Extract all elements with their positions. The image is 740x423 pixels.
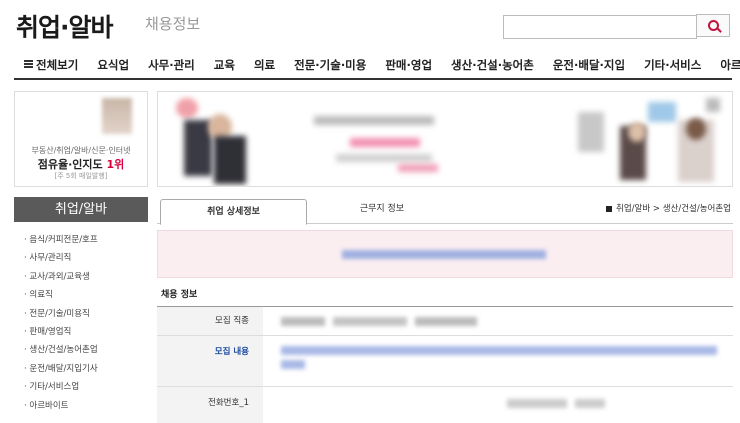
notice-text — [342, 250, 546, 259]
nav-item-production[interactable]: 생산·건설·농어촌 — [451, 57, 534, 73]
section-title: 채용 정보 — [161, 290, 198, 300]
category-item[interactable]: · 의료직 — [24, 286, 98, 304]
search-button[interactable] — [696, 14, 730, 37]
category-heading[interactable]: 취업/알바 — [14, 197, 148, 222]
site-subtitle: 채용정보 — [145, 15, 201, 33]
nav-item-driving[interactable]: 운전·배달·지입 — [553, 57, 625, 73]
label-job-type: 모집 직종 — [157, 307, 263, 335]
breadcrumb-current[interactable]: 생산/건설/농어촌업 — [663, 204, 731, 214]
flower-graphic — [176, 98, 198, 118]
job-info-table: 모집 직종 모집 내용 전화번호_1 — [157, 306, 733, 423]
detail-tabs: 취업 상세정보 근무지 정보 취업/알바 > 생산/건설/농어촌업 — [157, 196, 733, 225]
category-item[interactable]: · 판매/영업직 — [24, 323, 98, 341]
nav-item-all[interactable]: 전체보기 — [24, 57, 78, 73]
ad-line3: [주 5회 매일발행] — [54, 172, 108, 180]
nav-item-office[interactable]: 사무·관리 — [148, 57, 195, 73]
nav-item-parttime[interactable]: 아르바이트 — [720, 57, 740, 73]
table-row: 모집 내용 — [157, 336, 733, 387]
nav-item-sales[interactable]: 판매·영업 — [385, 57, 432, 73]
menu-icon — [24, 60, 33, 69]
category-item[interactable]: · 사무/관리직 — [24, 249, 98, 267]
tab-job-detail[interactable]: 취업 상세정보 — [160, 199, 307, 225]
tab-location[interactable]: 근무지 정보 — [307, 196, 457, 222]
category-item[interactable]: · 음식/커피전문/호프 — [24, 231, 98, 249]
site-logo[interactable]: 취업·알바 — [16, 8, 113, 44]
category-item[interactable]: · 생산/건설/농어촌업 — [24, 341, 98, 359]
category-item[interactable]: · 전문/기술/미용직 — [24, 305, 98, 323]
top-banner[interactable] — [157, 91, 733, 187]
label-job-content: 모집 내용 — [157, 336, 263, 386]
ad-photo — [102, 98, 132, 134]
category-item[interactable]: · 기타/서비스업 — [24, 378, 98, 396]
category-item[interactable]: · 아르바이트 — [24, 397, 98, 415]
main-nav: 전체보기 요식업 사무·관리 교육 의료 전문·기술·미용 판매·영업 생산·건… — [14, 51, 740, 80]
breadcrumb-home[interactable]: 취업/알바 — [616, 204, 650, 214]
square-bullet-icon — [606, 205, 613, 212]
ad-line1: 부동산/취업/알바/신문·인터넷 — [31, 146, 131, 155]
category-list: · 음식/커피전문/호프 · 사무/관리직 · 교사/과외/교육생 · 의료직 … — [24, 231, 98, 415]
breadcrumb: 취업/알바 > 생산/건설/농어촌업 — [606, 196, 731, 222]
category-item[interactable]: · 교사/과외/교육생 — [24, 268, 98, 286]
left-ad-banner[interactable]: 부동산/취업/알바/신문·인터넷 점유율·인지도 1위 [주 5회 매일발행] — [14, 91, 148, 187]
table-row: 전화번호_1 — [157, 387, 733, 423]
nav-item-tech[interactable]: 전문·기술·미용 — [294, 57, 366, 73]
category-item[interactable]: · 운전/배달/지입기사 — [24, 360, 98, 378]
table-row: 모집 직종 — [157, 307, 733, 336]
label-phone: 전화번호_1 — [157, 387, 263, 423]
notice-box — [157, 230, 733, 278]
nav-item-medical[interactable]: 의료 — [254, 57, 275, 73]
ad-line2: 점유율·인지도 1위 — [37, 158, 125, 171]
nav-item-education[interactable]: 교육 — [214, 57, 235, 73]
nav-item-food[interactable]: 요식업 — [97, 57, 129, 73]
nav-item-service[interactable]: 기타·서비스 — [644, 57, 701, 73]
search-input[interactable] — [503, 15, 697, 39]
